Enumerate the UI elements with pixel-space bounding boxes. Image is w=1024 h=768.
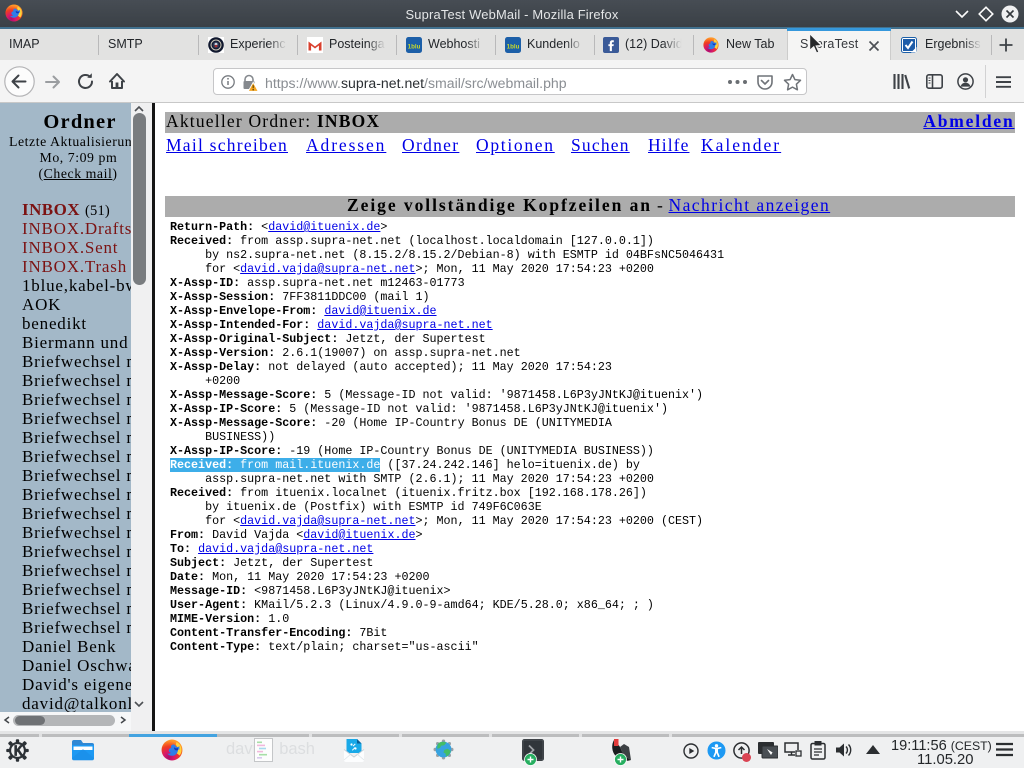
svg-text:1blu: 1blu [408, 44, 421, 51]
svg-text:1blu: 1blu [507, 44, 520, 51]
